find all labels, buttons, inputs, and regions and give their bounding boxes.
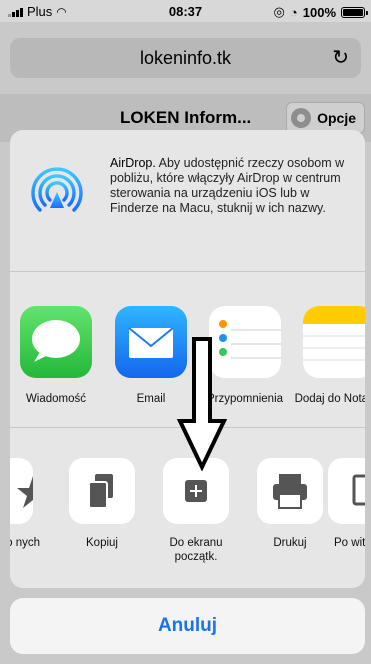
app-messages[interactable]: Wiadomość: [11, 306, 101, 406]
status-bar: Plus ◠ 08:37 ◎ ◔ 100%: [0, 0, 371, 22]
action-label: Kopiuj: [86, 537, 118, 549]
action-label: Drukuj: [273, 537, 307, 549]
action-label: j do nych: [10, 537, 40, 549]
action-label: Po witry: [334, 537, 365, 549]
battery-percent: 100%: [302, 4, 336, 20]
airdrop-section[interactable]: AirDrop. Aby udostępnić rzeczy osobom w …: [10, 130, 365, 272]
page-title: LOKEN Inform...: [120, 108, 252, 127]
url-text: lokeninfo.tk: [139, 48, 232, 68]
url-bar[interactable]: lokeninfo.tk ↻: [10, 38, 361, 78]
status-right: ◎ ◔ 100%: [273, 4, 368, 20]
action-add-to-home[interactable]: Do ekranu początk.: [154, 458, 238, 564]
airdrop-title: AirDrop.: [110, 156, 156, 170]
gear-icon: [291, 108, 312, 128]
orientation-lock-icon: ◎: [273, 4, 285, 19]
action-find[interactable]: Po witry: [328, 458, 365, 550]
app-label: Wiadomość: [25, 393, 87, 405]
print-icon: [257, 458, 323, 524]
app-label: Dodaj do Notatek: [294, 393, 365, 405]
cancel-button[interactable]: Anuluj: [10, 598, 365, 654]
action-copy[interactable]: Kopiuj: [60, 458, 144, 550]
airdrop-icon: [31, 167, 83, 212]
find-icon: [328, 458, 365, 524]
alarm-icon: ◔: [289, 4, 298, 20]
action-label: Do ekranu początk.: [169, 537, 223, 563]
annotation-arrow-icon: [176, 337, 228, 471]
copy-icon: [69, 458, 135, 524]
notes-icon: [303, 306, 365, 378]
action-print[interactable]: Drukuj: [248, 458, 332, 550]
battery-icon: [341, 6, 368, 18]
messages-icon: [20, 306, 92, 378]
airdrop-description: AirDrop. Aby udostępnić rzeczy osobom w …: [110, 156, 355, 216]
action-bookmark[interactable]: j do nych: [10, 458, 49, 550]
reload-icon[interactable]: ↻: [332, 38, 349, 78]
app-notes[interactable]: Dodaj do Notatek: [294, 306, 365, 406]
star-icon: [10, 458, 49, 524]
options-label: Opcje: [317, 110, 356, 126]
